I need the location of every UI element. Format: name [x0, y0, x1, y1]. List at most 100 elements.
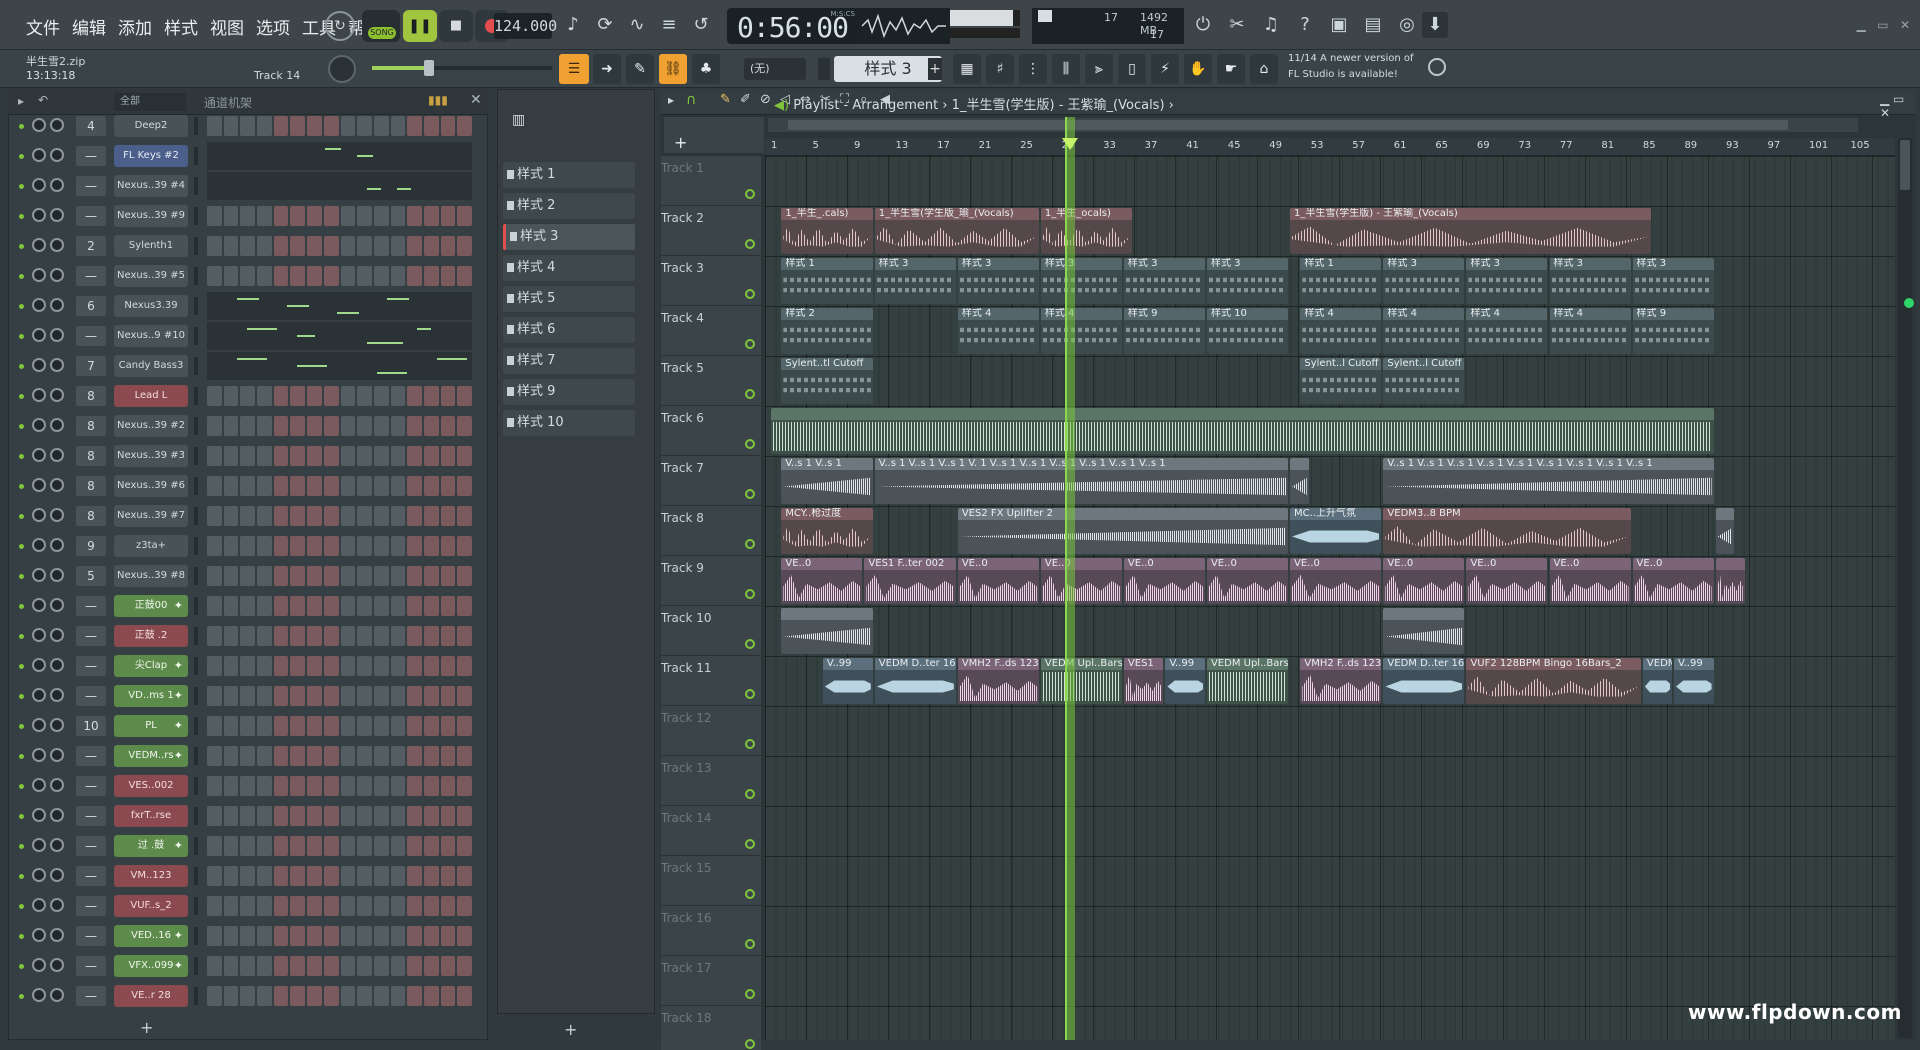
- channel-name-button[interactable]: Nexus..39 #2: [114, 415, 188, 437]
- close-icon[interactable]: ✕: [470, 92, 482, 108]
- step-button[interactable]: [340, 926, 356, 946]
- step-button[interactable]: [340, 986, 356, 1006]
- channel-name-button[interactable]: Sylenth1: [114, 235, 188, 257]
- playlist-clip[interactable]: MCY..枪过度: [781, 508, 873, 554]
- channel-led-icon[interactable]: [19, 784, 24, 789]
- step-button[interactable]: [357, 806, 372, 826]
- step-button[interactable]: [240, 896, 256, 916]
- step-button[interactable]: [207, 446, 222, 466]
- news-panel[interactable]: 11/14 A newer version of FL Studio is av…: [1284, 51, 1452, 87]
- step-button[interactable]: [307, 116, 322, 136]
- step-button[interactable]: [307, 536, 322, 556]
- step-button[interactable]: [223, 386, 239, 406]
- step-button[interactable]: [323, 386, 339, 406]
- step-button[interactable]: [307, 566, 322, 586]
- step-button[interactable]: [223, 956, 239, 976]
- step-button[interactable]: [257, 956, 272, 976]
- step-button[interactable]: [390, 836, 406, 856]
- step-button[interactable]: [223, 206, 239, 226]
- mixer-track-number[interactable]: —: [76, 656, 106, 676]
- channel-row[interactable]: — 过 .鼓: [8, 831, 488, 861]
- channel-name-button[interactable]: VE..r 28: [114, 985, 188, 1007]
- step-button[interactable]: [223, 806, 239, 826]
- playlist-clip[interactable]: 样式 3: [1040, 258, 1122, 304]
- step-button[interactable]: [240, 656, 256, 676]
- step-button[interactable]: [440, 686, 456, 706]
- channel-select-bar[interactable]: [194, 957, 198, 975]
- playlist-clip[interactable]: V..99: [1165, 658, 1205, 704]
- step-button[interactable]: [407, 986, 422, 1006]
- step-button[interactable]: [290, 476, 306, 496]
- step-button[interactable]: [273, 926, 289, 946]
- step-button[interactable]: [457, 506, 472, 526]
- master-volume-meter[interactable]: [950, 10, 1020, 26]
- playlist-clip[interactable]: 样式 1: [781, 258, 873, 304]
- step-button[interactable]: [440, 476, 456, 496]
- step-button[interactable]: [357, 236, 372, 256]
- channel-name-button[interactable]: VED..16: [114, 925, 188, 947]
- pattern-list-item[interactable]: 样式 3: [503, 224, 635, 250]
- channel-name-button[interactable]: z3ta+: [114, 535, 188, 557]
- step-button[interactable]: [407, 926, 422, 946]
- step-button[interactable]: [223, 536, 239, 556]
- step-button[interactable]: [323, 506, 339, 526]
- step-button[interactable]: [323, 716, 339, 736]
- channel-name-button[interactable]: VFX..099: [114, 955, 188, 977]
- step-button[interactable]: [407, 116, 422, 136]
- playlist-clip[interactable]: 样式 3: [874, 258, 956, 304]
- channel-row[interactable]: — fxrT..rse: [8, 801, 488, 831]
- step-button[interactable]: [273, 116, 289, 136]
- step-button[interactable]: [390, 446, 406, 466]
- mixer-track-number[interactable]: 10: [76, 716, 106, 736]
- step-button[interactable]: [440, 866, 456, 886]
- step-button[interactable]: [390, 656, 406, 676]
- step-button[interactable]: [207, 506, 222, 526]
- playlist-clip[interactable]: 样式 4: [1466, 308, 1548, 354]
- step-button[interactable]: [257, 746, 272, 766]
- playlist-clip[interactable]: Sylent..l Cutoff: [1300, 358, 1382, 404]
- mixer-track-number[interactable]: 8: [76, 506, 106, 526]
- chat-icon[interactable]: ◎: [1394, 12, 1420, 38]
- step-button[interactable]: [323, 686, 339, 706]
- track-header[interactable]: Track 4: [661, 306, 761, 356]
- track-header[interactable]: Track 6: [661, 406, 761, 456]
- mixer-track-number[interactable]: —: [76, 986, 106, 1006]
- channel-led-icon[interactable]: [19, 604, 24, 609]
- step-button[interactable]: [340, 716, 356, 736]
- step-button[interactable]: [240, 746, 256, 766]
- step-button[interactable]: [357, 536, 372, 556]
- step-button[interactable]: [440, 986, 456, 1006]
- volume-knob[interactable]: [50, 718, 64, 732]
- volume-knob[interactable]: [50, 478, 64, 492]
- step-button[interactable]: [423, 476, 439, 496]
- channel-rack-icon[interactable]: ⋮: [1019, 54, 1047, 84]
- step-button[interactable]: [257, 446, 272, 466]
- window-controls-playlist[interactable]: ▁ ▭ ✕: [1880, 92, 1916, 120]
- step-button[interactable]: [323, 956, 339, 976]
- pan-knob[interactable]: [32, 808, 46, 822]
- stop-button[interactable]: ■: [439, 10, 473, 42]
- channel-select-bar[interactable]: [194, 987, 198, 1005]
- step-button[interactable]: [307, 956, 322, 976]
- step-button[interactable]: [373, 776, 389, 796]
- step-button[interactable]: [457, 386, 472, 406]
- step-button[interactable]: [257, 266, 272, 286]
- volume-knob[interactable]: [50, 328, 64, 342]
- step-button[interactable]: [423, 686, 439, 706]
- step-button[interactable]: [223, 506, 239, 526]
- step-button[interactable]: [223, 116, 239, 136]
- step-button[interactable]: [223, 746, 239, 766]
- volume-knob[interactable]: [50, 808, 64, 822]
- step-button[interactable]: [257, 416, 272, 436]
- channel-name-button[interactable]: Nexus..39 #6: [114, 475, 188, 497]
- playlist-clip[interactable]: VE..0: [1290, 558, 1382, 604]
- channel-row[interactable]: — Nexus..39 #4: [8, 171, 488, 201]
- undo-icon[interactable]: ↶: [38, 93, 48, 107]
- channel-select-bar[interactable]: [194, 477, 198, 495]
- step-button[interactable]: [207, 206, 222, 226]
- step-button[interactable]: [440, 926, 456, 946]
- pencil-button[interactable]: ✎: [626, 54, 654, 84]
- step-button[interactable]: [240, 206, 256, 226]
- step-button[interactable]: [290, 596, 306, 616]
- step-button[interactable]: [373, 656, 389, 676]
